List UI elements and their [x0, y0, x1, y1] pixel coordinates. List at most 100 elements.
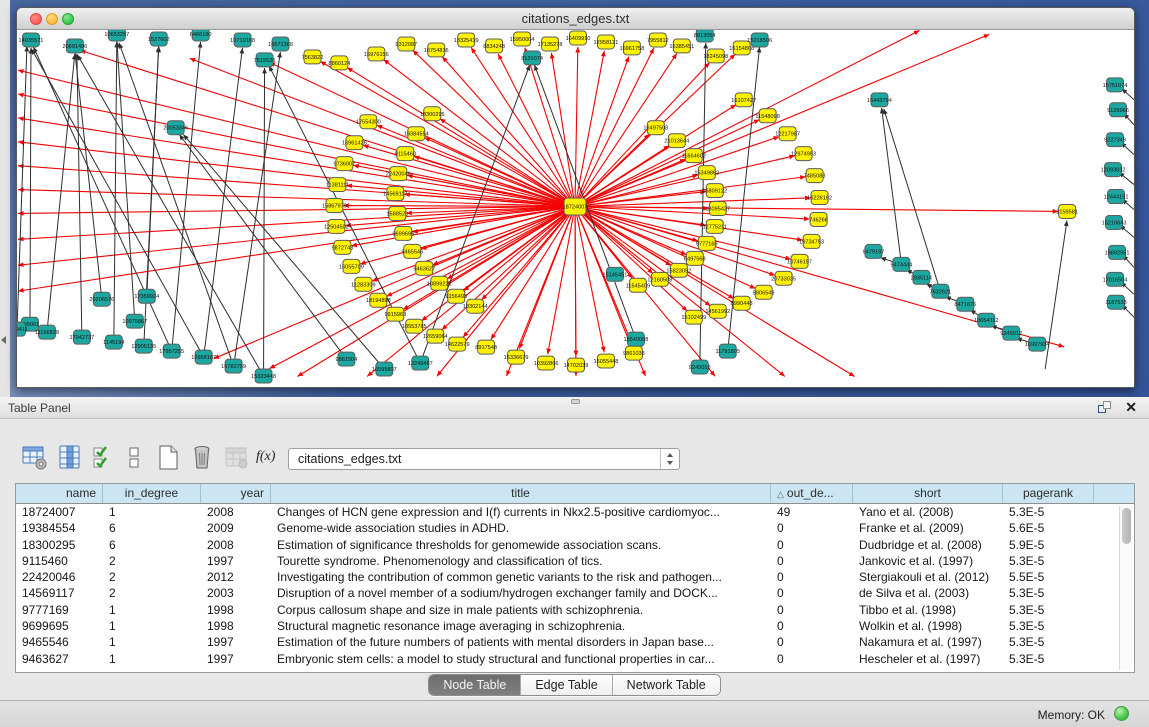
graph-node-label: 15145451	[603, 272, 628, 278]
graph-node-label: 9312087	[395, 42, 417, 48]
table-row[interactable]: 1938455462009Genome-wide association stu…	[16, 520, 1134, 536]
close-panel-icon[interactable]: ✕	[1125, 399, 1137, 416]
table-row[interactable]: 946362711997Embryonic stem cells: a mode…	[16, 651, 1134, 667]
graph-node-label: 16055448	[594, 359, 619, 365]
table-cell: 18724007	[16, 504, 103, 520]
table-row[interactable]: 2242004622012Investigating the contribut…	[16, 569, 1134, 585]
graph-edge	[575, 207, 803, 241]
graph-node-label: 10654112	[974, 318, 998, 324]
memory-ok-indicator[interactable]	[1114, 706, 1129, 721]
edge-arrowhead-icon	[506, 370, 510, 376]
graph-node-label: 1588520	[386, 211, 408, 217]
graph-edge	[575, 56, 629, 206]
graph-node-label: 7632621	[929, 289, 951, 295]
graph-edge	[575, 120, 760, 207]
table-row[interactable]: 1456911722003Disruption of a novel membe…	[16, 585, 1134, 601]
table-cell: 1997	[201, 553, 271, 569]
table-cell: 1	[103, 602, 201, 618]
graph-node-label: 11156828	[35, 330, 59, 336]
graph-node-label: 17016504	[1103, 277, 1128, 283]
tab-node-table[interactable]: Node Table	[429, 675, 521, 695]
graph-edge	[18, 207, 575, 292]
table-cell: 5.3E-5	[1003, 618, 1094, 634]
edge-arrowhead-icon	[1064, 220, 1069, 226]
dock-collapse-handle[interactable]	[1, 336, 6, 344]
graph-node-label: 16595807	[372, 367, 397, 373]
table-cell: 1997	[201, 634, 271, 650]
table-cell: 2008	[201, 537, 271, 553]
graph-node-label: 12504502	[324, 224, 349, 230]
graph-node-label: 10553785	[402, 324, 427, 330]
delete-table-icon[interactable]	[190, 445, 216, 471]
edge-arrowhead-icon	[883, 109, 888, 115]
table-cell: 1	[103, 634, 201, 650]
table-cell: Estimation of the future numbers of pati…	[271, 634, 771, 650]
graph-node-label: 18540008	[623, 337, 648, 343]
graph-node-label: 19734793	[799, 239, 824, 245]
import-table-disabled-icon	[224, 445, 250, 471]
graph-node-label: 15349862	[694, 171, 719, 177]
table-cell: Tibbo et al. (1998)	[853, 602, 1003, 618]
table-options-icon[interactable]	[22, 445, 48, 471]
graph-node-label: 14569117	[383, 192, 407, 198]
column-header-name[interactable]: name	[16, 484, 103, 503]
network-window[interactable]: citations_edges.txt 16497508210136441166…	[16, 7, 1135, 388]
graph-node-label: 16497508	[643, 126, 668, 132]
graph-node-label: 16107427	[731, 98, 756, 104]
column-header-year[interactable]: year	[201, 484, 271, 503]
graph-node-label: 10899221	[427, 281, 452, 287]
table-cell: Disruption of a novel member of a sodium…	[271, 585, 771, 601]
select-columns-icon[interactable]	[92, 445, 118, 471]
graph-edge	[30, 48, 31, 324]
graph-edge	[214, 207, 575, 359]
table-row[interactable]: 946554611997Estimation of the future num…	[16, 634, 1134, 650]
graph-node-label: 11545409	[626, 283, 650, 289]
graph-node-label: 9861038	[623, 351, 645, 357]
graph-node-label: 11548098	[755, 114, 779, 120]
float-panel-icon[interactable]	[1098, 401, 1111, 414]
graph-node-label: 7485083	[804, 174, 826, 180]
table-selector-dropdown[interactable]: citations_edges.txt	[288, 448, 680, 470]
table-row[interactable]: 911546021997Tourette syndrome. Phenomeno…	[16, 553, 1134, 569]
edge-arrowhead-icon	[156, 46, 161, 52]
graph-edge	[575, 34, 989, 206]
column-header-out_de[interactable]: △out_de...	[771, 484, 853, 503]
table-cell: Investigating the contribution of common…	[271, 569, 771, 585]
column-header-in_degree[interactable]: in_degree	[103, 484, 201, 503]
table-scrollbar[interactable]	[1119, 506, 1132, 670]
column-header-short[interactable]: short	[853, 484, 1003, 503]
table-cell: 9115460	[16, 553, 103, 569]
table-cell: 5.9E-5	[1003, 537, 1094, 553]
column-header-pagerank[interactable]: pagerank	[1003, 484, 1094, 503]
graph-edge	[172, 42, 201, 351]
edge-arrowhead-icon	[546, 348, 551, 354]
graph-node-label: 2159581	[1056, 209, 1078, 215]
table-row[interactable]: 969969511998Structural magnetic resonanc…	[16, 618, 1134, 634]
function-builder-icon[interactable]: f(x)	[256, 449, 282, 475]
table-row[interactable]: 977716911998Corpus callosum shape and si…	[16, 602, 1134, 618]
new-table-icon[interactable]	[156, 445, 182, 471]
table-cell: Dudbridge et al. (2008)	[853, 537, 1003, 553]
graph-node-label: 8860124	[329, 61, 351, 67]
table-cell: 22420046	[16, 569, 103, 585]
panel-splitter-handle[interactable]	[571, 399, 580, 404]
window-titlebar[interactable]: citations_edges.txt	[17, 8, 1134, 30]
tab-edge-table[interactable]: Edge Table	[521, 675, 612, 695]
row-height-icon[interactable]	[122, 445, 148, 471]
table-row[interactable]: 1830029562008Estimation of significance …	[16, 537, 1134, 553]
left-dock-strip	[0, 0, 10, 397]
network-graph: 1649750821013644116646021534986216809122…	[17, 30, 1134, 387]
column-header-title[interactable]: title	[271, 484, 771, 503]
graph-node-label: 9129966	[1107, 108, 1129, 114]
edge-arrowhead-icon	[18, 187, 24, 192]
network-canvas[interactable]: 1649750821013644116646021534986216809122…	[17, 30, 1134, 387]
graph-node-label: 12093832	[1101, 168, 1126, 174]
table-cell: 5.3E-5	[1003, 651, 1094, 667]
table-row[interactable]: 1872400712008Changes of HCN gene express…	[16, 504, 1134, 520]
scrollbar-thumb[interactable]	[1122, 508, 1131, 544]
graph-node-label: 12905135	[131, 344, 156, 350]
show-columns-icon[interactable]	[58, 445, 84, 471]
graph-node-label: 12775211	[703, 224, 727, 230]
table-cell: 1998	[201, 618, 271, 634]
tab-network-table[interactable]: Network Table	[613, 675, 720, 695]
